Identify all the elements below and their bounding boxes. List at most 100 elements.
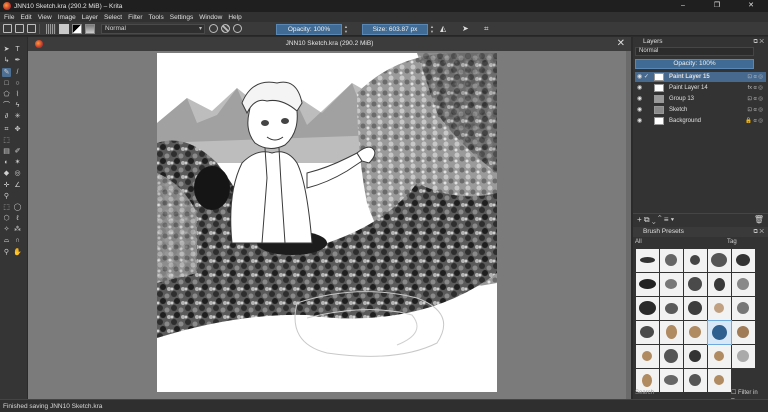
edit-shapes-tool-icon[interactable]: ↳ — [2, 56, 11, 65]
blend-mode-select[interactable]: Normal — [101, 23, 205, 34]
brush-preset[interactable] — [660, 273, 683, 296]
rectangle-tool-icon[interactable]: □ — [2, 79, 11, 88]
close-document-icon[interactable]: ✕ — [617, 38, 625, 49]
brush-preset-selector-icon[interactable] — [85, 23, 95, 34]
brush-preset-selected[interactable] — [707, 320, 732, 345]
similar-color-selection-tool-icon[interactable]: ⁂ — [13, 225, 22, 234]
freehand-selection-tool-icon[interactable]: ℓ — [13, 214, 22, 223]
calligraphy-tool-icon[interactable]: ✒ — [13, 56, 22, 65]
smart-patch-tool-icon[interactable]: ✶ — [13, 158, 22, 167]
artwork-canvas[interactable] — [157, 53, 497, 392]
layer-properties-icons[interactable]: ⊡ α ◎ — [747, 72, 763, 82]
menu-layer[interactable]: Layer — [82, 14, 98, 21]
brush-preset[interactable] — [636, 273, 659, 296]
menu-edit[interactable]: Edit — [20, 14, 31, 21]
layer-properties-icons[interactable]: fx α ◎ — [748, 83, 763, 93]
brush-preset[interactable] — [732, 345, 755, 368]
canvas-area[interactable]: JNN10 Sketch.kra (290.2 MiB) ✕ — [28, 37, 631, 399]
layer-properties-icons[interactable]: ⊡ α ◎ — [747, 105, 763, 115]
docker-float-close-icon[interactable]: ⧉ ✕ — [753, 37, 764, 47]
brush-preset[interactable] — [660, 297, 683, 320]
save-document-icon[interactable] — [27, 24, 36, 33]
elliptical-selection-tool-icon[interactable]: ◯ — [13, 203, 22, 212]
menu-file[interactable]: File — [4, 14, 14, 21]
bezier-tool-icon[interactable]: ⌒ — [2, 101, 11, 110]
reload-preset-icon[interactable] — [233, 24, 242, 33]
brush-preset[interactable] — [660, 249, 683, 272]
brush-preset[interactable] — [684, 297, 707, 320]
menu-view[interactable]: View — [38, 14, 52, 21]
transform-tool-icon[interactable]: ⬚ — [2, 136, 11, 145]
brush-tag-select[interactable]: Tag — [727, 238, 737, 247]
brush-preset[interactable] — [732, 321, 755, 344]
brush-preset[interactable] — [708, 345, 731, 368]
brush-preset[interactable] — [708, 297, 731, 320]
visibility-eye-icon[interactable]: ◉ — [637, 83, 642, 93]
visibility-eye-icon[interactable]: ◉ — [637, 94, 642, 104]
eraser-mode-icon[interactable] — [209, 24, 218, 33]
layer-row[interactable]: ◉ Paint Layer 14 fx α ◎ — [635, 83, 766, 93]
wrap-around-icon[interactable]: ⌗ — [484, 24, 489, 34]
menu-image[interactable]: Image — [58, 14, 76, 21]
gradient-tool-icon[interactable]: ▤ — [2, 147, 11, 156]
fill-tool-icon[interactable]: ◆ — [2, 169, 11, 178]
menu-filter[interactable]: Filter — [128, 14, 142, 21]
contiguous-selection-tool-icon[interactable]: ✧ — [2, 225, 11, 234]
zoom-tool-icon[interactable]: ⚲ — [2, 248, 11, 257]
document-tab[interactable]: JNN10 Sketch.kra (290.2 MiB) ✕ — [28, 37, 631, 51]
brush-preset[interactable] — [732, 249, 755, 272]
brush-preset[interactable] — [636, 249, 659, 272]
menu-help[interactable]: Help — [228, 14, 241, 21]
polygonal-selection-tool-icon[interactable]: ⬡ — [2, 214, 11, 223]
add-layer-button[interactable]: + ⧉ ⌄ ⌃ ≡ ▾ — [637, 215, 674, 224]
layer-properties-icons[interactable]: ⊡ α ◎ — [747, 94, 763, 104]
ellipse-tool-icon[interactable]: ○ — [13, 79, 22, 88]
freehand-brush-tool-icon[interactable]: ✎ — [2, 68, 11, 77]
dynamic-brush-tool-icon[interactable]: ∂ — [2, 112, 11, 121]
visibility-eye-icon[interactable]: ◉ — [637, 116, 642, 126]
mirror-horizontal-icon[interactable]: ◭ — [440, 24, 446, 33]
mirror-vertical-icon[interactable]: ➤ — [462, 24, 469, 33]
preserve-alpha-icon[interactable] — [221, 24, 230, 33]
rectangular-selection-tool-icon[interactable]: ⬚ — [2, 203, 11, 212]
layer-row[interactable]: ◉ ✓ Paint Layer 15 ⊡ α ◎ — [635, 72, 766, 82]
magnetic-selection-tool-icon[interactable]: ∩ — [13, 236, 22, 245]
colorize-mask-tool-icon[interactable]: ◐ — [2, 158, 11, 167]
delete-layer-icon[interactable]: 🗑 — [754, 214, 764, 225]
layer-row[interactable]: ◉ Background 🔒 α ◎ — [635, 116, 766, 126]
brush-preset[interactable] — [684, 345, 707, 368]
docker-float-close-icon[interactable]: ⧉ ✕ — [753, 227, 764, 237]
enclose-fill-tool-icon[interactable]: ◎ — [13, 169, 22, 178]
brush-preset[interactable] — [636, 321, 659, 344]
polyline-tool-icon[interactable]: ⌇ — [13, 90, 22, 99]
brush-size-slider[interactable]: Size: 603.87 px — [362, 24, 428, 35]
menu-tools[interactable]: Tools — [149, 14, 164, 21]
multibrush-tool-icon[interactable]: ✳ — [13, 112, 22, 121]
brush-filter-select[interactable]: All — [635, 239, 642, 245]
layer-row[interactable]: ◉ Sketch ⊡ α ◎ — [635, 105, 766, 115]
close-window-button[interactable]: ✕ — [734, 0, 768, 12]
layer-blend-mode-select[interactable]: Normal — [635, 47, 754, 56]
freehand-path-tool-icon[interactable]: ϟ — [13, 101, 22, 110]
size-stepper[interactable]: ▲ ▼ — [429, 24, 435, 35]
pan-tool-icon[interactable]: ✋ — [13, 248, 22, 257]
measure-tool-icon[interactable]: ∠ — [13, 181, 22, 190]
opacity-slider[interactable]: Opacity: 100% — [276, 24, 342, 35]
menu-settings[interactable]: Settings — [170, 14, 194, 21]
polygon-tool-icon[interactable]: ⬠ — [2, 90, 11, 99]
maximize-button[interactable]: ❐ — [700, 0, 734, 12]
layer-properties-icons[interactable]: 🔒 α ◎ — [745, 116, 763, 126]
brush-preset[interactable] — [732, 297, 755, 320]
menu-select[interactable]: Select — [104, 14, 122, 21]
brush-preset[interactable] — [636, 297, 659, 320]
brush-preset[interactable] — [660, 321, 683, 344]
visibility-eye-icon[interactable]: ◉ ✓ — [637, 72, 649, 82]
canvas-vertical-scrollbar[interactable] — [626, 51, 631, 399]
brush-preset[interactable] — [708, 273, 731, 296]
minimize-button[interactable]: – — [666, 0, 700, 12]
move-tool-icon[interactable]: ✥ — [13, 125, 22, 134]
brush-preset[interactable] — [684, 249, 707, 272]
visibility-eye-icon[interactable]: ◉ — [637, 105, 642, 115]
bezier-selection-tool-icon[interactable]: ⌓ — [2, 236, 11, 245]
color-picker-tool-icon[interactable]: ✐ — [13, 147, 22, 156]
